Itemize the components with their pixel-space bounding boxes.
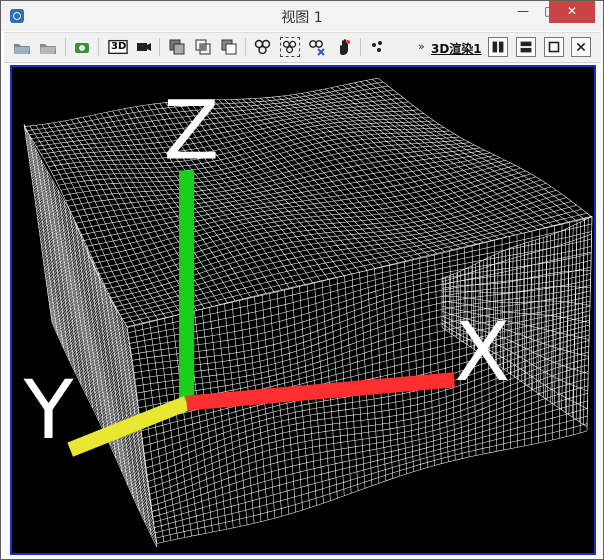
record-video-icon[interactable] xyxy=(134,37,154,57)
split-vertical-icon[interactable] xyxy=(488,37,508,57)
close-view-icon[interactable] xyxy=(571,37,591,57)
boolean-subtract-icon[interactable] xyxy=(219,37,239,57)
points-icon[interactable] xyxy=(368,37,388,57)
toolbar: 3D » 3D渲染1 xyxy=(4,32,601,63)
viewer-window: 视图 1 — □ ✕ 3D xyxy=(0,0,604,560)
open-folder-icon[interactable] xyxy=(12,37,32,57)
boolean-union-icon[interactable] xyxy=(167,37,187,57)
select-cells-icon[interactable] xyxy=(280,37,300,57)
overflow-chevron[interactable]: » xyxy=(418,40,425,53)
close-button[interactable]: ✕ xyxy=(549,1,595,23)
export-folder-icon[interactable] xyxy=(38,37,58,57)
hand-pick-icon[interactable] xyxy=(334,37,354,57)
cells-icon[interactable] xyxy=(253,37,273,57)
split-horizontal-icon[interactable] xyxy=(516,37,536,57)
render-tab-label[interactable]: 3D渲染1 xyxy=(431,40,482,57)
maximize-view-icon[interactable] xyxy=(544,37,564,57)
boolean-intersect-icon[interactable] xyxy=(193,37,213,57)
title-bar: 视图 1 — □ ✕ xyxy=(1,1,603,31)
3d-viewport[interactable]: Z Y X xyxy=(10,65,596,555)
camera-icon[interactable] xyxy=(72,37,92,57)
minimize-button[interactable]: — xyxy=(509,1,537,23)
remove-cells-icon[interactable] xyxy=(307,37,327,57)
three-d-view-button[interactable]: 3D xyxy=(107,37,129,57)
